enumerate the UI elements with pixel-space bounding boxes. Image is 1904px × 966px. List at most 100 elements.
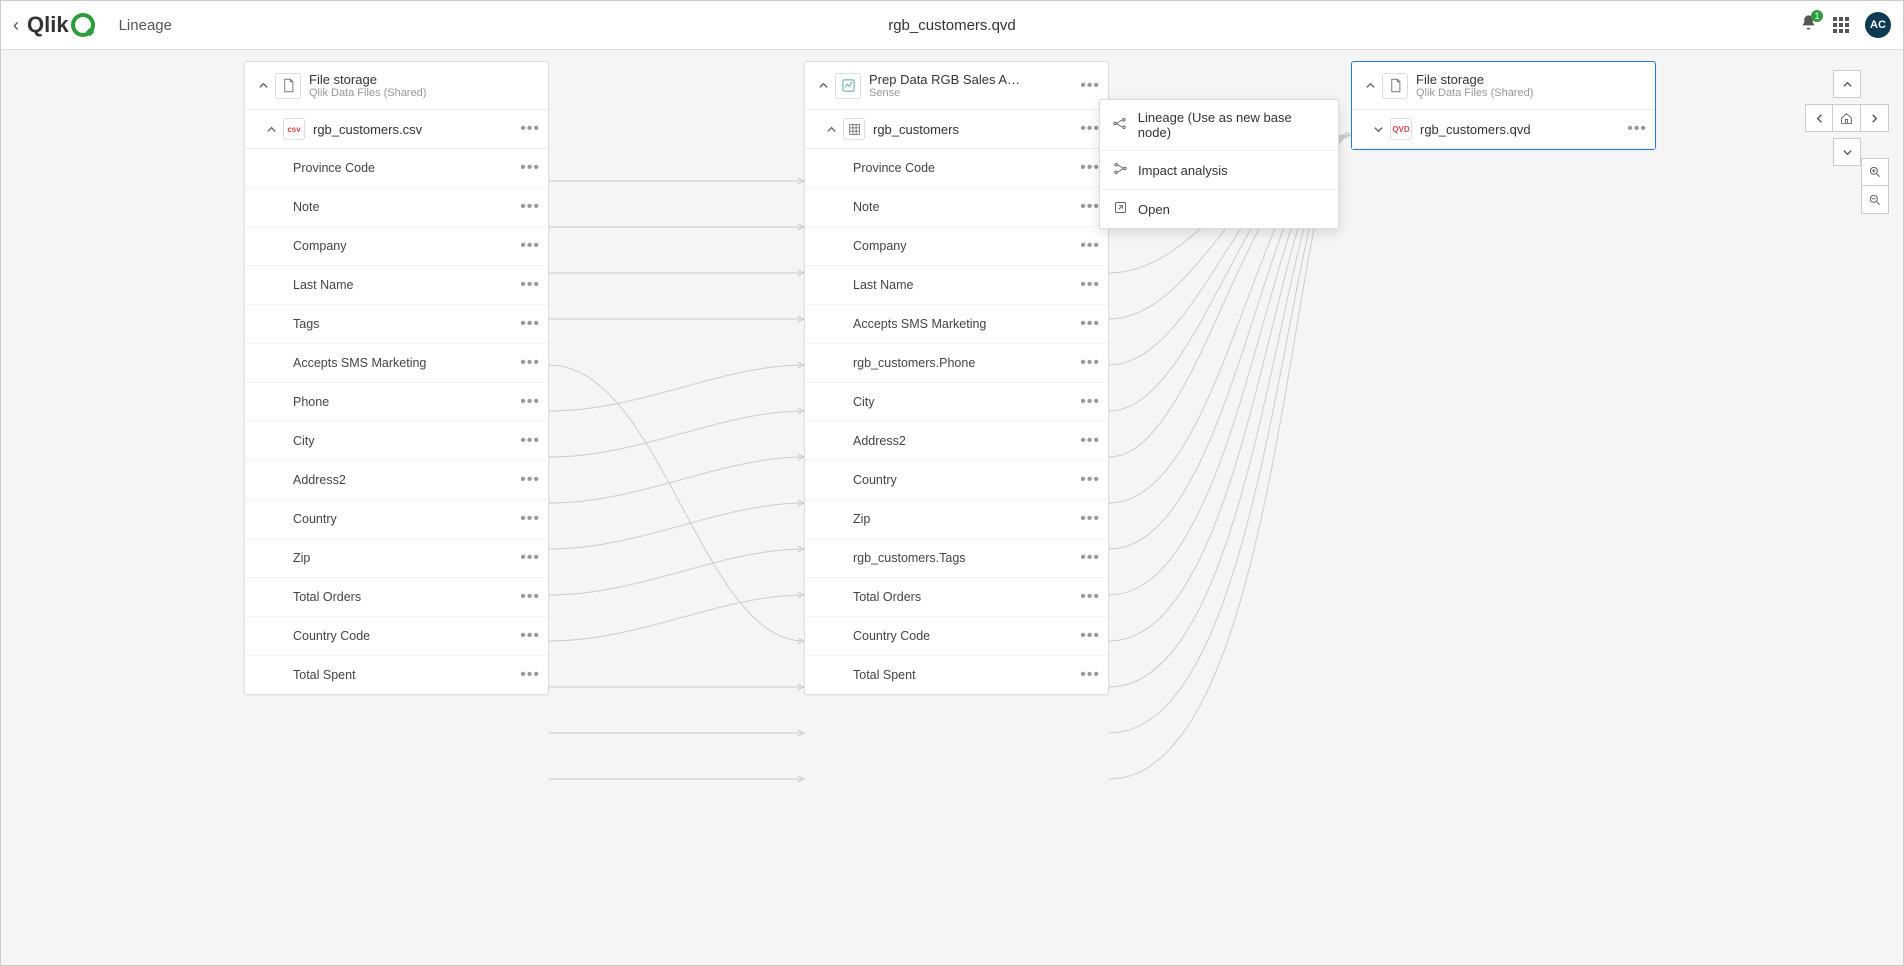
field-row: Country Code••• bbox=[805, 617, 1108, 656]
more-button[interactable]: ••• bbox=[1080, 315, 1100, 333]
field-label: Country bbox=[853, 473, 1080, 487]
field-label: Phone bbox=[293, 395, 520, 409]
nav-home-button[interactable] bbox=[1833, 104, 1861, 132]
zoom-in-button[interactable] bbox=[1861, 158, 1889, 186]
file-icon bbox=[1382, 73, 1408, 99]
page-title: rgb_customers.qvd bbox=[888, 17, 1016, 34]
nav-down-button[interactable] bbox=[1833, 138, 1861, 166]
field-label: Zip bbox=[853, 512, 1080, 526]
ctx-open[interactable]: Open bbox=[1100, 190, 1338, 228]
more-button[interactable]: ••• bbox=[1080, 393, 1100, 411]
more-button[interactable]: ••• bbox=[520, 120, 540, 138]
nav-up-button[interactable] bbox=[1833, 70, 1861, 98]
field-label: Accepts SMS Marketing bbox=[853, 317, 1080, 331]
nav-tools bbox=[1805, 70, 1889, 166]
field-label: Company bbox=[853, 239, 1080, 253]
more-button[interactable]: ••• bbox=[1627, 120, 1647, 138]
field-row: Country••• bbox=[245, 500, 548, 539]
file-name: rgb_customers.csv bbox=[313, 122, 520, 137]
qlik-logo-icon bbox=[71, 13, 95, 37]
ctx-lineage[interactable]: Lineage (Use as new base node) bbox=[1100, 100, 1338, 151]
field-row: rgb_customers.Tags••• bbox=[805, 539, 1108, 578]
field-label: Total Orders bbox=[293, 590, 520, 604]
lineage-icon bbox=[1112, 116, 1128, 134]
more-button[interactable]: ••• bbox=[1080, 471, 1100, 489]
file-name: rgb_customers.qvd bbox=[1420, 122, 1627, 137]
notification-badge: 1 bbox=[1811, 10, 1823, 22]
field-row: Total Spent••• bbox=[245, 656, 548, 694]
field-label: Company bbox=[293, 239, 520, 253]
more-button[interactable]: ••• bbox=[1080, 354, 1100, 372]
more-button[interactable]: ••• bbox=[520, 666, 540, 684]
nav-left-button[interactable] bbox=[1805, 104, 1833, 132]
more-button[interactable]: ••• bbox=[1080, 510, 1100, 528]
more-button[interactable]: ••• bbox=[1080, 627, 1100, 645]
field-label: Last Name bbox=[293, 278, 520, 292]
node-subtitle: Sense bbox=[869, 87, 1080, 99]
field-label: rgb_customers.Tags bbox=[853, 551, 1080, 565]
field-row: Total Orders••• bbox=[245, 578, 548, 617]
more-button[interactable]: ••• bbox=[1080, 237, 1100, 255]
file-icon bbox=[275, 73, 301, 99]
ctx-label: Open bbox=[1138, 202, 1170, 217]
qvd-icon: QVD bbox=[1390, 118, 1412, 140]
notifications-button[interactable]: 1 bbox=[1800, 14, 1817, 36]
zoom-tools bbox=[1861, 158, 1889, 214]
qlik-logo[interactable]: Qlik bbox=[27, 12, 95, 38]
more-button[interactable]: ••• bbox=[520, 432, 540, 450]
more-button[interactable]: ••• bbox=[1080, 549, 1100, 567]
ctx-label: Lineage (Use as new base node) bbox=[1138, 110, 1326, 140]
ctx-impact[interactable]: Impact analysis bbox=[1100, 151, 1338, 190]
more-button[interactable]: ••• bbox=[520, 627, 540, 645]
more-button[interactable]: ••• bbox=[1080, 432, 1100, 450]
more-button[interactable]: ••• bbox=[520, 471, 540, 489]
more-button[interactable]: ••• bbox=[520, 276, 540, 294]
apps-menu-button[interactable] bbox=[1833, 17, 1849, 33]
more-button[interactable]: ••• bbox=[520, 198, 540, 216]
avatar[interactable]: AC bbox=[1865, 12, 1891, 38]
app-header: ‹ Qlik Lineage rgb_customers.qvd 1 AC bbox=[1, 1, 1903, 50]
field-label: Country Code bbox=[853, 629, 1080, 643]
collapse-toggle[interactable] bbox=[811, 80, 835, 91]
page-label: Lineage bbox=[119, 17, 172, 34]
more-button[interactable]: ••• bbox=[1080, 77, 1100, 95]
more-button[interactable]: ••• bbox=[1080, 276, 1100, 294]
field-label: Total Orders bbox=[853, 590, 1080, 604]
field-label: rgb_customers.Phone bbox=[853, 356, 1080, 370]
node-title: Prep Data RGB Sales A… bbox=[869, 72, 1080, 87]
zoom-out-button[interactable] bbox=[1861, 186, 1889, 214]
more-button[interactable]: ••• bbox=[520, 354, 540, 372]
more-button[interactable]: ••• bbox=[1080, 198, 1100, 216]
field-row: Note••• bbox=[805, 188, 1108, 227]
expand-toggle[interactable] bbox=[1366, 124, 1390, 135]
more-button[interactable]: ••• bbox=[520, 549, 540, 567]
more-button[interactable]: ••• bbox=[520, 315, 540, 333]
collapse-toggle[interactable] bbox=[1358, 80, 1382, 91]
more-button[interactable]: ••• bbox=[1080, 588, 1100, 606]
more-button[interactable]: ••• bbox=[520, 588, 540, 606]
context-menu: Lineage (Use as new base node) Impact an… bbox=[1099, 99, 1339, 229]
collapse-toggle[interactable] bbox=[259, 124, 283, 135]
collapse-toggle[interactable] bbox=[251, 80, 275, 91]
more-button[interactable]: ••• bbox=[1080, 666, 1100, 684]
field-row: Last Name••• bbox=[805, 266, 1108, 305]
node-prep-data: Prep Data RGB Sales A… Sense ••• rgb_cus… bbox=[804, 61, 1109, 695]
node-title: File storage bbox=[1416, 72, 1647, 87]
field-row: Company••• bbox=[805, 227, 1108, 266]
field-label: Total Spent bbox=[853, 668, 1080, 682]
more-button[interactable]: ••• bbox=[1080, 120, 1100, 138]
more-button[interactable]: ••• bbox=[520, 393, 540, 411]
back-button[interactable]: ‹ bbox=[13, 15, 19, 36]
nav-right-button[interactable] bbox=[1861, 104, 1889, 132]
more-button[interactable]: ••• bbox=[520, 510, 540, 528]
more-button[interactable]: ••• bbox=[1080, 159, 1100, 177]
field-label: Total Spent bbox=[293, 668, 520, 682]
collapse-toggle[interactable] bbox=[819, 124, 843, 135]
more-button[interactable]: ••• bbox=[520, 237, 540, 255]
open-icon bbox=[1112, 200, 1128, 218]
lineage-canvas[interactable]: File storage Qlik Data Files (Shared) cs… bbox=[1, 50, 1903, 965]
field-row: Address2••• bbox=[245, 461, 548, 500]
field-label: City bbox=[293, 434, 520, 448]
more-button[interactable]: ••• bbox=[520, 159, 540, 177]
chart-icon bbox=[835, 73, 861, 99]
